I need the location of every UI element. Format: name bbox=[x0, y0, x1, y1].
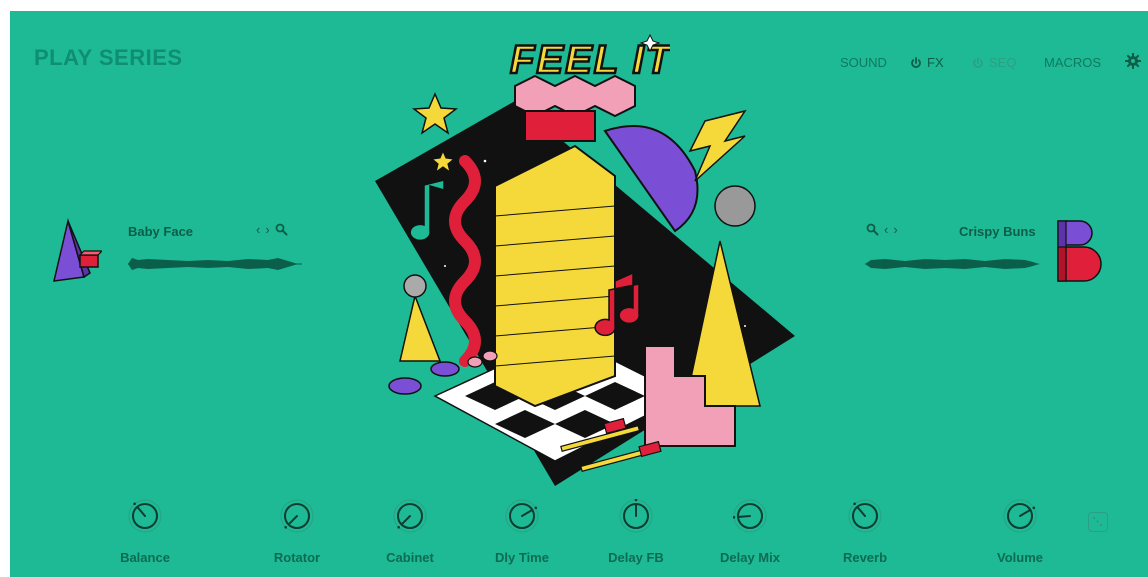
nav-fx-label: FX bbox=[927, 55, 944, 70]
layer-a-name[interactable]: Baby Face bbox=[128, 224, 193, 239]
chevron-right-icon[interactable]: › bbox=[893, 222, 897, 237]
knob-dial[interactable] bbox=[619, 498, 653, 533]
knob-dial[interactable] bbox=[280, 499, 314, 533]
chevron-left-icon[interactable]: ‹ bbox=[256, 222, 260, 237]
layer-b-name[interactable]: Crispy Buns bbox=[959, 224, 1036, 239]
knob-delay-mix[interactable] bbox=[732, 499, 767, 538]
knob-label: Delay Mix bbox=[720, 550, 780, 565]
knob-dial[interactable] bbox=[1003, 499, 1037, 533]
power-icon[interactable] bbox=[972, 56, 984, 69]
knob-label: Delay FB bbox=[608, 550, 664, 565]
knob-cabinet[interactable] bbox=[393, 499, 427, 538]
knob-label: Reverb bbox=[842, 550, 888, 565]
knob-dial[interactable] bbox=[393, 499, 427, 533]
gear-icon[interactable] bbox=[1125, 53, 1141, 69]
layer-a-waveform bbox=[128, 258, 302, 270]
knob-volume[interactable] bbox=[1003, 499, 1037, 538]
knob-dial[interactable] bbox=[732, 499, 767, 533]
nav-fx[interactable]: FX bbox=[910, 55, 944, 70]
layer-a-icon[interactable] bbox=[50, 217, 102, 287]
chevron-left-icon[interactable]: ‹ bbox=[884, 222, 888, 237]
knob-delay-fb[interactable] bbox=[619, 498, 653, 538]
chevron-right-icon[interactable]: › bbox=[265, 222, 269, 237]
nav-sound[interactable]: SOUND bbox=[840, 55, 887, 70]
layer-b-tools: ‹ › bbox=[866, 222, 898, 237]
knob-label: Dly Time bbox=[495, 550, 549, 565]
plugin-window: PLAY SERIES FEEL IT SOUND FX SEQ MACROS bbox=[10, 11, 1148, 577]
nav-macros[interactable]: MACROS bbox=[1044, 55, 1101, 70]
knob-label: Volume bbox=[997, 550, 1043, 565]
search-icon[interactable] bbox=[275, 223, 288, 236]
brick-building bbox=[494, 144, 616, 408]
power-icon[interactable] bbox=[910, 56, 922, 69]
knob-label: Cabinet bbox=[386, 550, 434, 565]
artwork-illustration bbox=[375, 74, 795, 486]
knob-reverb[interactable] bbox=[848, 499, 882, 538]
knob-label: Balance bbox=[120, 550, 170, 565]
knob-dial[interactable] bbox=[505, 499, 539, 533]
knob-dial[interactable] bbox=[848, 499, 882, 533]
layer-a-tools: ‹ › bbox=[256, 222, 288, 237]
search-icon[interactable] bbox=[866, 223, 879, 236]
dice-icon[interactable] bbox=[1088, 512, 1108, 532]
knob-balance[interactable] bbox=[128, 499, 162, 538]
brand-title: PLAY SERIES bbox=[34, 45, 183, 70]
knob-dial[interactable] bbox=[128, 499, 162, 533]
knob-rotator[interactable] bbox=[280, 499, 314, 538]
layer-b-waveform bbox=[865, 259, 1039, 269]
nav-seq[interactable]: SEQ bbox=[972, 55, 1016, 70]
knob-label: Rotator bbox=[273, 550, 321, 565]
nav-macros-label: MACROS bbox=[1044, 55, 1102, 70]
nav-sound-label: SOUND bbox=[840, 55, 887, 70]
knob-dly-time[interactable] bbox=[505, 499, 539, 538]
nav-seq-label: SEQ bbox=[989, 55, 1017, 70]
layer-b-icon[interactable] bbox=[1054, 217, 1104, 289]
